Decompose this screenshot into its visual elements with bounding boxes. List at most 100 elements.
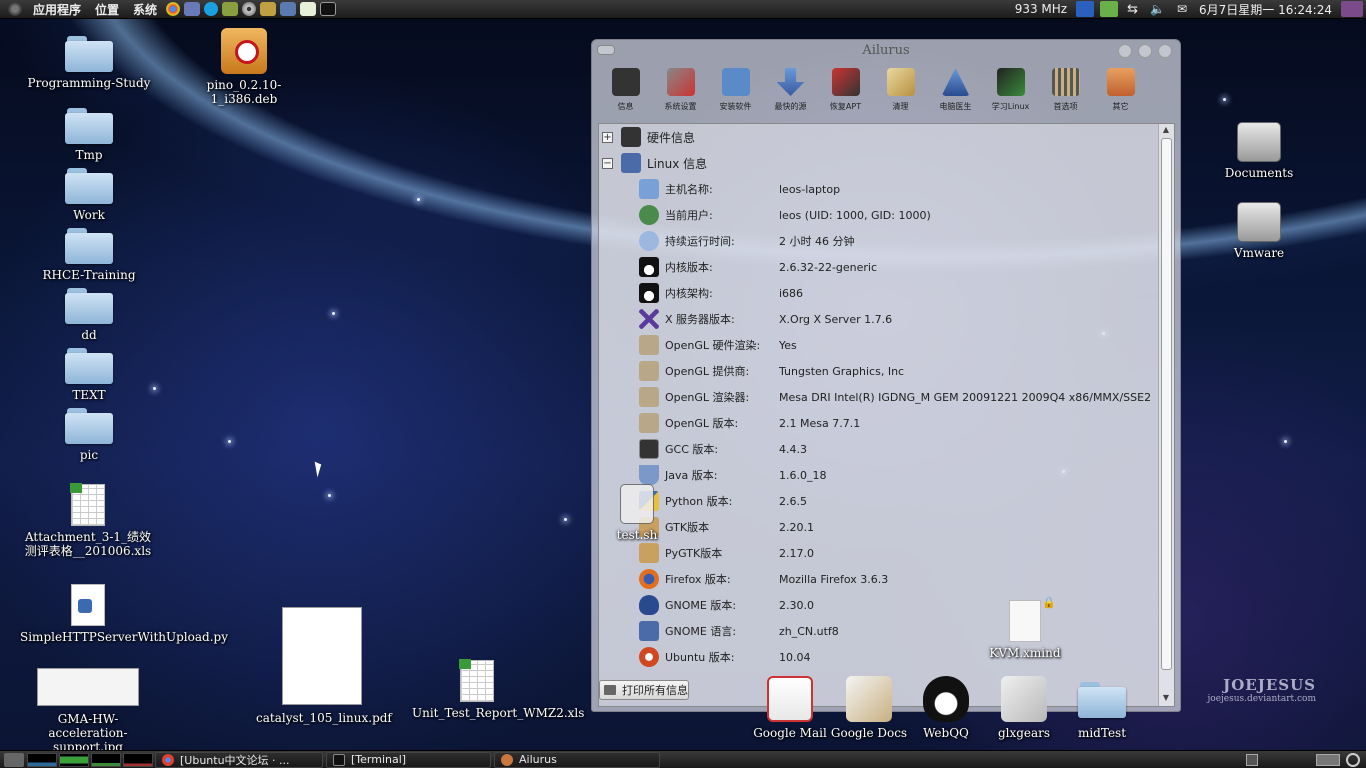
- info-row[interactable]: GNOME 语言: zh_CN.utf8: [639, 620, 839, 642]
- toolbar-restore-apt[interactable]: 恢复APT: [818, 66, 873, 118]
- window-titlebar[interactable]: Ailurus: [592, 40, 1180, 62]
- toolbar-other[interactable]: 其它: [1093, 66, 1148, 118]
- vertical-scrollbar[interactable]: ▲ ▼: [1158, 124, 1174, 706]
- desktop-icon-unit-test-xls[interactable]: Unit_Test_Report_WMZ2.xls: [412, 659, 584, 720]
- tree-category-hardware[interactable]: 硬件信息: [621, 126, 695, 148]
- menu-system[interactable]: 系统: [126, 1, 164, 18]
- desktop-icon-attachment-xls[interactable]: Attachment_3-1_绩效测评表格__201006.xls: [20, 483, 156, 558]
- desktop-icon-simplehttpserver[interactable]: SimpleHTTPServerWithUpload.py: [20, 584, 228, 644]
- workspace-switcher-2[interactable]: [1316, 753, 1340, 766]
- desktop-icon-work[interactable]: Work: [24, 168, 154, 222]
- workspace-switcher-1[interactable]: [1246, 753, 1258, 766]
- toolbar-fastest-repo[interactable]: 最快的源: [763, 66, 818, 118]
- desktop-icon-gma-jpg[interactable]: GMA-HW-acceleration-support.jpg: [20, 668, 156, 754]
- network-launcher-icon[interactable]: [280, 2, 297, 16]
- desktop-icon-test-sh[interactable]: test.sh: [602, 484, 672, 542]
- document-launcher-icon[interactable]: [300, 2, 317, 16]
- desktop-icon-vmware[interactable]: Vmware: [1212, 202, 1306, 260]
- dock-google-mail[interactable]: Google Mail: [750, 676, 830, 740]
- dock-glxgears[interactable]: glxgears: [984, 676, 1064, 740]
- toolbar-system-settings[interactable]: 系统设置: [653, 66, 708, 118]
- maximize-button[interactable]: [1138, 44, 1152, 58]
- desktop-icon-catalyst-pdf[interactable]: catalyst_105_linux.pdf: [256, 607, 392, 725]
- menu-applications[interactable]: 应用程序: [26, 1, 88, 18]
- cpu-frequency[interactable]: 933 MHz: [1009, 2, 1073, 16]
- taskbar-item-firefox[interactable]: [Ubuntu中文论坛 · ...: [155, 751, 323, 768]
- info-row[interactable]: Ubuntu 版本: 10.04: [639, 646, 811, 668]
- desktop-icon-text[interactable]: TEXT: [24, 348, 154, 402]
- gnome-foot-icon[interactable]: [8, 2, 22, 16]
- scrollbar-thumb[interactable]: [1161, 138, 1172, 670]
- terminal-launcher-icon[interactable]: [320, 2, 337, 16]
- info-row[interactable]: OpenGL 渲染器: Mesa DRI Intel(R) IGDNG_M GEM…: [639, 386, 1151, 408]
- shutdown-icon[interactable]: [1341, 1, 1363, 17]
- clock[interactable]: 6月7日星期一 16:24:24: [1193, 1, 1338, 18]
- update-notifier-icon[interactable]: [1076, 1, 1095, 17]
- dock-webqq[interactable]: WebQQ: [906, 676, 986, 740]
- dock-google-docs[interactable]: Google Docs: [829, 676, 909, 740]
- info-row[interactable]: 主机名称: leos-laptop: [639, 178, 840, 200]
- desktop-icon-pino-deb[interactable]: pino_0.2.10-1_i386.deb: [179, 28, 309, 106]
- show-desktop-icon[interactable]: [4, 752, 24, 767]
- network-monitor[interactable]: [91, 752, 121, 767]
- cd-launcher-icon[interactable]: [242, 2, 257, 16]
- network-arrows-icon[interactable]: ⇆: [1121, 2, 1144, 17]
- close-button[interactable]: [1158, 44, 1172, 58]
- info-row[interactable]: X 服务器版本: X.Org X Server 1.7.6: [639, 308, 892, 330]
- info-row[interactable]: 内核架构: i686: [639, 282, 803, 304]
- desktop-icon-tmp[interactable]: Tmp: [24, 108, 154, 162]
- desktop-icon-dd[interactable]: dd: [24, 288, 154, 342]
- scroll-down-arrow-icon[interactable]: ▼: [1161, 693, 1171, 705]
- desktop-icon-pic[interactable]: pic: [24, 408, 154, 462]
- tux-icon: [639, 257, 659, 277]
- memory-monitor[interactable]: [59, 752, 89, 767]
- check-icon[interactable]: [1100, 1, 1119, 17]
- info-row[interactable]: Java 版本: 1.6.0_18: [639, 464, 827, 486]
- taskbar-item-terminal[interactable]: [Terminal]: [326, 751, 491, 768]
- info-key: OpenGL 渲染器:: [665, 391, 750, 404]
- window-menu-button[interactable]: [597, 45, 615, 55]
- info-row[interactable]: OpenGL 提供商: Tungsten Graphics, Inc: [639, 360, 904, 382]
- info-row[interactable]: 持续运行时间: 2 小时 46 分钟: [639, 230, 855, 252]
- info-row[interactable]: GCC 版本: 4.4.3: [639, 438, 807, 460]
- tree-category-linux[interactable]: Linux 信息: [621, 152, 707, 174]
- category-label: Linux 信息: [647, 156, 708, 171]
- toolbar-clean[interactable]: 清理: [873, 66, 928, 118]
- scroll-up-arrow-icon[interactable]: ▲: [1161, 125, 1171, 137]
- cpu-monitor[interactable]: [27, 752, 57, 767]
- info-row[interactable]: OpenGL 硬件渲染: Yes: [639, 334, 797, 356]
- info-key: 内核版本:: [665, 261, 713, 274]
- toolbar-info[interactable]: 信息: [598, 66, 653, 118]
- toolbar-install-software[interactable]: 安装软件: [708, 66, 763, 118]
- minimize-button[interactable]: [1118, 44, 1132, 58]
- expand-toggle[interactable]: +: [602, 132, 613, 143]
- taskbar-item-ailurus[interactable]: Ailurus: [494, 751, 660, 768]
- menu-places[interactable]: 位置: [88, 1, 126, 18]
- mail-icon[interactable]: ✉: [1171, 2, 1193, 16]
- volume-icon[interactable]: 🔈: [1144, 2, 1171, 16]
- info-row[interactable]: OpenGL 版本: 2.1 Mesa 7.7.1: [639, 412, 860, 434]
- skype-launcher-icon[interactable]: [204, 2, 219, 16]
- info-row[interactable]: Firefox 版本: Mozilla Firefox 3.6.3: [639, 568, 888, 590]
- desktop-icon-programming-study[interactable]: Programming-Study: [24, 36, 154, 90]
- toolbar-preferences[interactable]: 首选项: [1038, 66, 1093, 118]
- desktop-icon-rhce-training[interactable]: RHCE-Training: [24, 228, 154, 282]
- info-row[interactable]: GNOME 版本: 2.30.0: [639, 594, 814, 616]
- info-row[interactable]: 内核版本: 2.6.32-22-generic: [639, 256, 877, 278]
- desktop-icon-kvm-xmind[interactable]: KVM.xmind 🔒: [984, 596, 1066, 660]
- disk-monitor[interactable]: [123, 752, 153, 767]
- dock-midtest[interactable]: midTest: [1062, 676, 1142, 740]
- info-tree-view[interactable]: 硬件信息 + Linux 信息 − 主机名称: leos-laptop 当前用户:…: [598, 123, 1175, 707]
- pidgin-launcher-icon[interactable]: [184, 2, 201, 16]
- chrome-launcher-icon[interactable]: [166, 2, 181, 16]
- toolbar-learn-linux[interactable]: 学习Linux: [983, 66, 1038, 118]
- info-row[interactable]: 当前用户: leos (UID: 1000, GID: 1000): [639, 204, 931, 226]
- trash-icon[interactable]: [1346, 752, 1360, 767]
- collapse-toggle[interactable]: −: [602, 158, 613, 169]
- print-all-info-button[interactable]: 打印所有信息: [599, 680, 689, 700]
- desktop-icon-documents[interactable]: Documents: [1212, 122, 1306, 180]
- tux-launcher-icon[interactable]: [222, 2, 239, 16]
- book-launcher-icon[interactable]: [260, 2, 277, 16]
- toolbar-computer-doctor[interactable]: 电脑医生: [928, 66, 983, 118]
- info-row[interactable]: PyGTK版本 2.17.0: [639, 542, 814, 564]
